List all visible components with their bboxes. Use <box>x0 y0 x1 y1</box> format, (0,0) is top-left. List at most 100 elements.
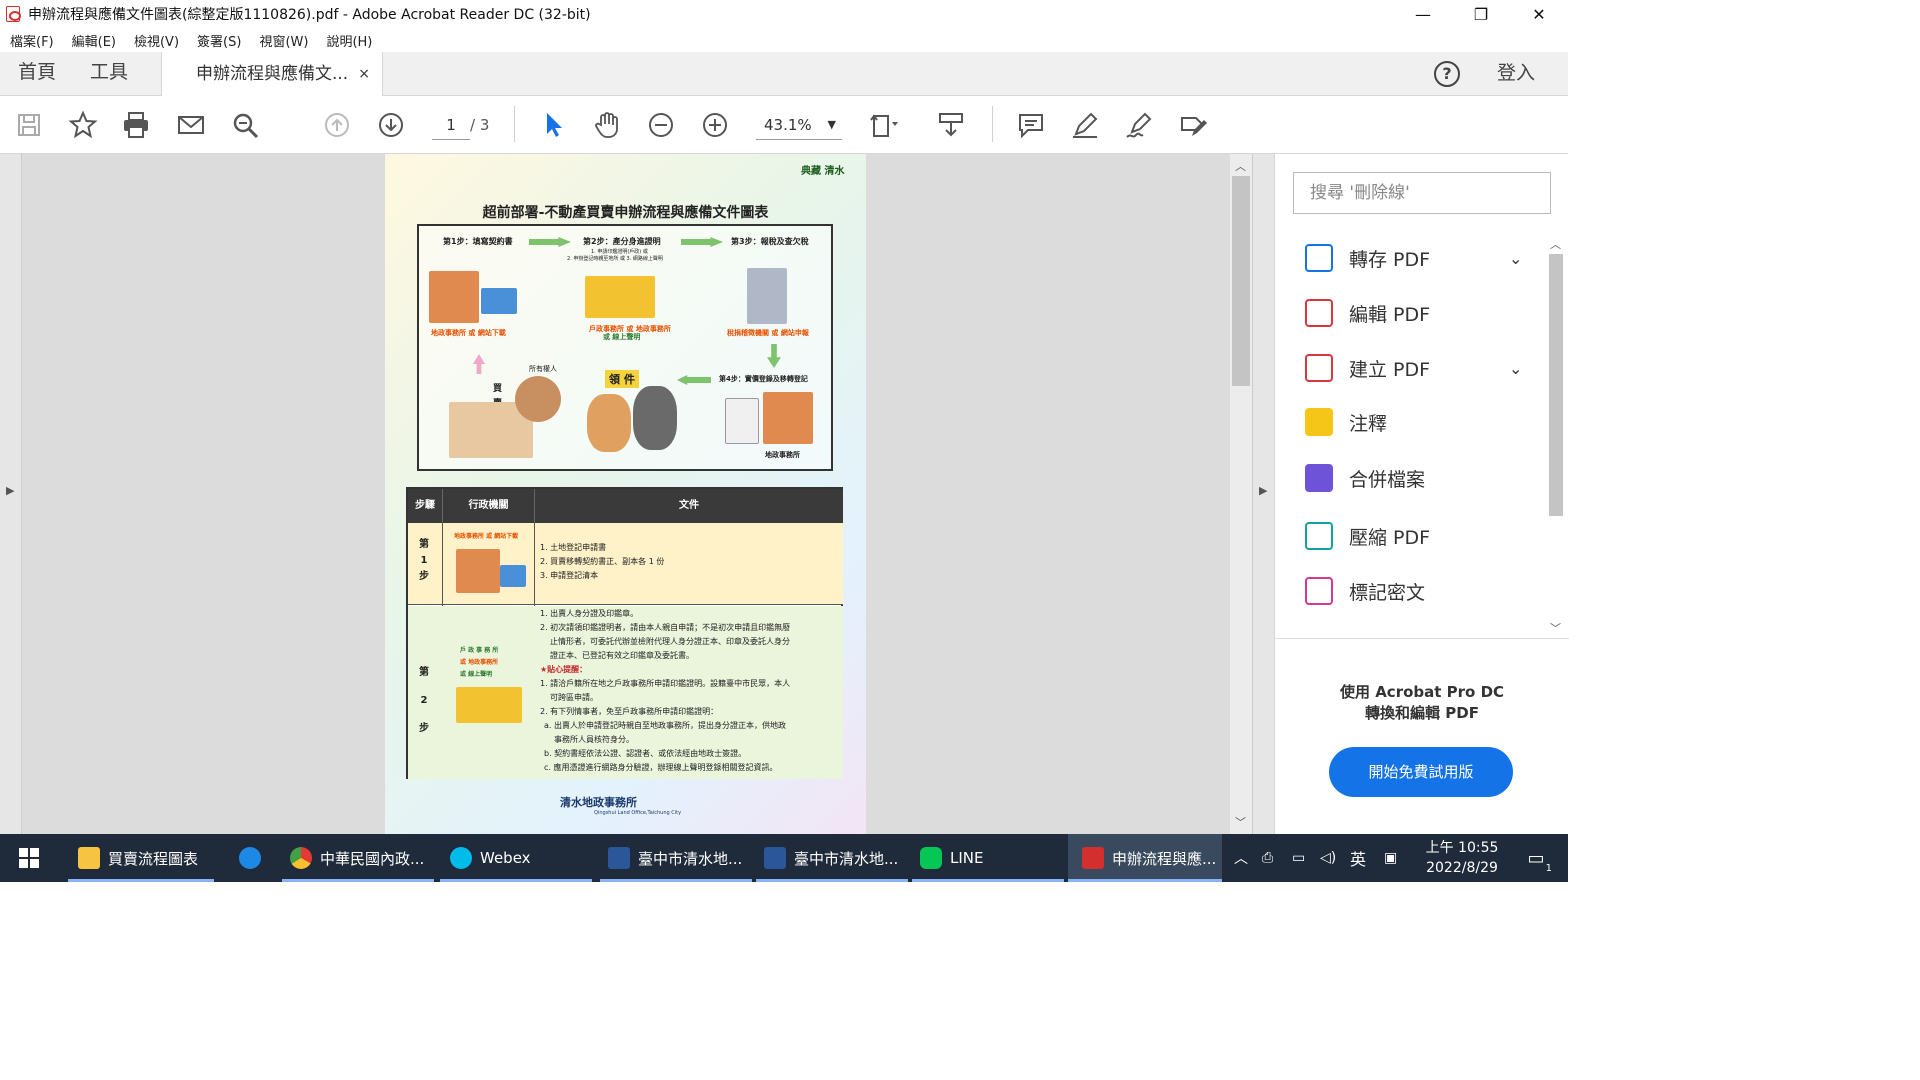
close-button[interactable]: ✕ <box>1510 0 1568 28</box>
tools-scrollbar[interactable]: ︿ ﹀ <box>1545 236 1567 636</box>
printer-icon[interactable]: ⎙ <box>1262 834 1273 882</box>
flow-diagram: 第1步：填寫契約書 第2步：產分身進證明 1. 申請印鑑證明(戶政) 或 2. … <box>417 224 833 471</box>
tools-search-input[interactable]: 搜尋 '刪除線' <box>1293 172 1551 214</box>
scroll-down-icon[interactable]: ﹀ <box>1550 620 1561 636</box>
fit-page-icon[interactable] <box>866 108 900 142</box>
notification-center-icon[interactable]: ▭ 1 <box>1516 834 1556 882</box>
deer-mascot-illustration <box>587 394 631 452</box>
flow-step-4: 第4步：實價登錄及移轉登記 <box>719 375 808 383</box>
pdf-page: 典藏 清水 超前部署-不動產買賣申辦流程與應備文件圖表 第1步：填寫契約書 第2… <box>385 154 866 834</box>
word-icon <box>608 847 630 869</box>
start-button[interactable] <box>0 834 58 882</box>
left-panel-toggle[interactable]: ▶ <box>0 154 22 834</box>
tool-redact[interactable]: 標記密文 <box>1305 571 1425 611</box>
ime-indicator[interactable]: 英 <box>1350 834 1366 882</box>
comment-icon[interactable] <box>1014 108 1048 142</box>
select-arrow-icon[interactable] <box>536 108 570 142</box>
menu-help[interactable]: 說明(H) <box>326 31 380 50</box>
minimize-button[interactable]: — <box>1394 0 1452 28</box>
restore-button[interactable]: ❐ <box>1452 0 1510 28</box>
scroll-up-icon[interactable]: ︿ <box>1550 236 1561 252</box>
print-icon[interactable] <box>119 108 153 142</box>
tool-create-pdf[interactable]: 建立 PDF ⌄ <box>1305 348 1522 388</box>
row2-doc-line: 證正本、已登記有效之印鑑章及委託書。 <box>550 651 694 660</box>
tool-compress-pdf[interactable]: 壓縮 PDF <box>1305 516 1430 556</box>
tab-document[interactable]: 申辦流程與應備文... × <box>161 52 383 97</box>
row1-computer-illustration <box>500 565 526 587</box>
taskbar-item-folder[interactable]: 買賣流程圖表 <box>68 834 214 882</box>
close-tab-icon[interactable]: × <box>358 52 370 96</box>
taskbar: 買賣流程圖表 中華民國內政... Webex 臺中市清水地... 臺中市清水地.… <box>0 834 1568 882</box>
page-total: / 3 <box>470 116 490 134</box>
menu-sign[interactable]: 簽署(S) <box>197 31 249 50</box>
flow-label-step-1: 地政事務所 或 網站下載 <box>431 329 506 337</box>
taskbar-item-word-2[interactable]: 臺中市清水地... <box>756 834 908 882</box>
zoom-level-select[interactable]: 43.1% ▼ <box>756 110 842 140</box>
page-number-input[interactable]: 1 <box>432 110 470 140</box>
save-icon[interactable] <box>12 108 46 142</box>
taskbar-item-chrome[interactable]: 中華民國內政... <box>282 834 434 882</box>
menu-file[interactable]: 檔案(F) <box>10 31 62 50</box>
tool-redact-label: 標記密文 <box>1349 581 1426 604</box>
hand-tool-icon[interactable] <box>590 108 624 142</box>
fill-sign-icon[interactable] <box>1176 108 1210 142</box>
email-icon[interactable] <box>174 108 208 142</box>
comment-icon <box>1305 408 1333 436</box>
row2-doc-line: 2. 有下列情事者，免至戶政事務所申請印鑑證明： <box>540 707 719 716</box>
chevron-down-icon[interactable]: ⌄ <box>1509 359 1522 378</box>
zoom-in-icon[interactable] <box>698 108 732 142</box>
menu-edit[interactable]: 編輯(E) <box>72 31 124 50</box>
chevron-down-icon: ▼ <box>827 118 836 131</box>
tab-tools[interactable]: 工具 <box>90 52 128 96</box>
show-hidden-icons[interactable]: ︿ <box>1234 834 1248 882</box>
chevron-down-icon[interactable]: ⌄ <box>1509 249 1522 268</box>
building-illustration <box>429 271 479 323</box>
taskbar-item-line[interactable]: LINE <box>912 834 1064 882</box>
bookmark-star-icon[interactable] <box>66 108 100 142</box>
row2-doc-line: a. 出賣人於申請登記時親自至地政事務所，提出身分證正本，供地政 <box>544 721 786 730</box>
tool-export-pdf[interactable]: 轉存 PDF ⌄ <box>1305 238 1522 278</box>
ime-mode-icon[interactable]: ▣ <box>1384 834 1397 882</box>
land-office-illustration <box>763 392 813 444</box>
zoom-out-icon[interactable] <box>644 108 678 142</box>
taskbar-item-word-1[interactable]: 臺中市清水地... <box>600 834 752 882</box>
taskbar-item-webex[interactable]: Webex <box>440 834 592 882</box>
network-icon[interactable]: ▭ <box>1292 834 1305 882</box>
start-free-trial-button[interactable]: 開始免費試用版 <box>1329 747 1513 797</box>
login-button[interactable]: 登入 <box>1497 52 1535 96</box>
scroll-down-icon[interactable]: ﹀ <box>1235 814 1246 830</box>
clock[interactable]: 上午 10:55 2022/8/29 <box>1418 834 1506 882</box>
qingshui-logo: 典藏 清水 <box>801 166 845 177</box>
running-indicator <box>68 879 214 882</box>
find-zoom-icon[interactable] <box>228 108 262 142</box>
tool-edit-pdf[interactable]: 編輯 PDF <box>1305 293 1430 333</box>
flow-step-2-note1: 1. 申請印鑑證明(戶政) 或 <box>591 249 648 255</box>
computer-illustration <box>481 288 517 314</box>
scrollbar-thumb[interactable] <box>1232 176 1250 386</box>
help-icon[interactable]: ? <box>1434 61 1460 87</box>
right-panel-toggle[interactable]: ▶ <box>1252 154 1274 834</box>
tab-home[interactable]: 首頁 <box>18 52 56 96</box>
next-page-icon[interactable] <box>374 108 408 142</box>
flow-arrow-icon <box>681 237 723 247</box>
volume-icon[interactable]: ◁) <box>1320 834 1336 882</box>
compress-pdf-icon <box>1305 522 1333 550</box>
flow-step-2-note2: 2. 申辦登記時親至地所 或 3. 網路線上聲明 <box>567 256 663 262</box>
scroll-up-icon[interactable]: ︿ <box>1235 158 1246 174</box>
menu-window[interactable]: 視窗(W) <box>259 31 316 50</box>
scroll-mode-icon[interactable] <box>934 108 968 142</box>
menu-view[interactable]: 檢視(V) <box>134 31 187 50</box>
taskbar-item-ie[interactable] <box>224 834 276 882</box>
running-indicator <box>600 879 752 882</box>
tools-scrollbar-thumb[interactable] <box>1549 254 1563 516</box>
promo-line-2: 轉換和編輯 PDF <box>1365 704 1479 722</box>
sign-icon[interactable] <box>1122 108 1156 142</box>
previous-page-icon[interactable] <box>320 108 354 142</box>
highlight-pen-icon[interactable] <box>1068 108 1102 142</box>
taskbar-item-acrobat[interactable]: 申辦流程與應... <box>1068 834 1222 882</box>
row1-doc-2: 2. 買賣移轉契約書正、副本各 1 份 <box>540 557 665 566</box>
title-bar: 申辦流程與應備文件圖表(綜整定版1110826).pdf - Adobe Acr… <box>0 0 1568 28</box>
tool-combine-files[interactable]: 合併檔案 <box>1305 458 1425 498</box>
notification-icon: ▭ <box>1527 847 1545 869</box>
tool-comment[interactable]: 注釋 <box>1305 402 1387 442</box>
